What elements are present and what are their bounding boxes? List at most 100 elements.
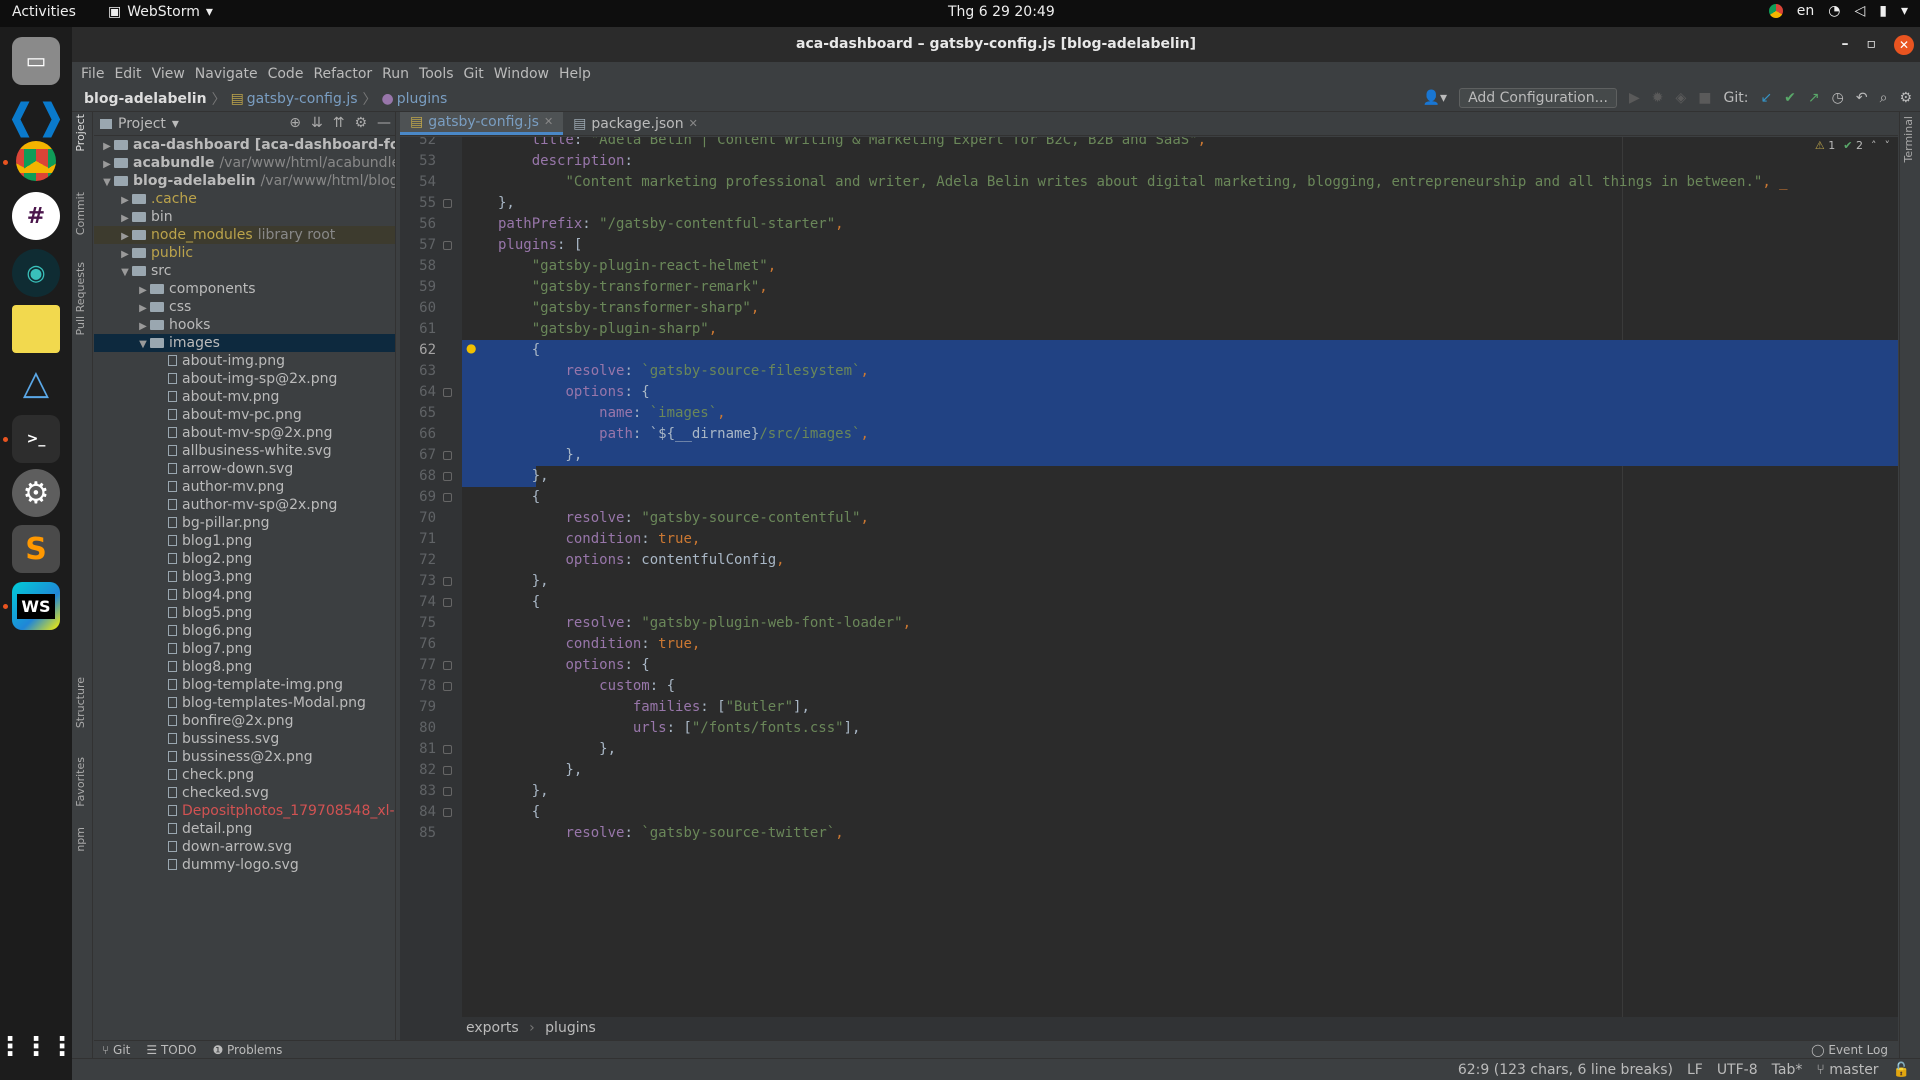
menu-refactor[interactable]: Refactor: [308, 66, 377, 82]
line-number[interactable]: 82: [400, 760, 436, 781]
battery-icon[interactable]: ▮: [1879, 3, 1887, 19]
user-icon[interactable]: 👤▾: [1423, 90, 1447, 106]
code-line[interactable]: options: {: [468, 382, 649, 403]
tab-structure[interactable]: Structure: [74, 677, 87, 728]
line-number[interactable]: 65: [400, 403, 436, 424]
code-line[interactable]: },: [468, 781, 549, 802]
clock[interactable]: Thg 6 29 20:49: [948, 4, 1055, 20]
menu-edit[interactable]: Edit: [109, 66, 146, 82]
tree-folder[interactable]: ▶ node_modules library root: [94, 226, 395, 244]
wifi-icon[interactable]: ◔: [1828, 3, 1840, 19]
code-line[interactable]: "Content marketing professional and writ…: [468, 172, 1787, 193]
tree-file[interactable]: about-mv-pc.png: [94, 406, 395, 424]
fold-icon[interactable]: [443, 745, 452, 754]
nav-crumb-file[interactable]: gatsby-config.js: [247, 91, 358, 107]
tree-file[interactable]: arrow-down.svg: [94, 460, 395, 478]
fold-icon[interactable]: [443, 682, 452, 691]
tree-folder[interactable]: ▶ components: [94, 280, 395, 298]
tree-file[interactable]: blog4.png: [94, 586, 395, 604]
chrome-icon[interactable]: [12, 137, 60, 185]
fold-icon[interactable]: [443, 787, 452, 796]
tree-folder[interactable]: ▶aca-dashboard[aca-dashboard-fork]: [94, 136, 395, 154]
add-configuration-button[interactable]: Add Configuration...: [1459, 88, 1617, 108]
settings-icon[interactable]: ⚙: [12, 469, 60, 517]
rollback-icon[interactable]: ↶: [1856, 90, 1868, 106]
fold-icon[interactable]: [443, 199, 452, 208]
code-line[interactable]: resolve: "gatsby-source-contentful",: [468, 508, 868, 529]
tree-file[interactable]: checked.svg: [94, 784, 395, 802]
tab-npm[interactable]: npm: [74, 827, 87, 852]
slack-icon[interactable]: #: [12, 192, 60, 240]
code-line[interactable]: options: contentfulConfig,: [468, 550, 784, 571]
code-line[interactable]: path: `${__dirname}/src/images`,: [468, 424, 869, 445]
code-line[interactable]: },: [468, 466, 549, 487]
chrome-tray-icon[interactable]: [1768, 4, 1783, 18]
line-number[interactable]: 79: [400, 697, 436, 718]
tool-git[interactable]: ⑂ Git: [102, 1043, 130, 1057]
line-number[interactable]: 81: [400, 739, 436, 760]
run-icon[interactable]: ▶: [1629, 90, 1640, 106]
tree-file[interactable]: about-img-sp@2x.png: [94, 370, 395, 388]
tree-folder[interactable]: ▶ hooks: [94, 316, 395, 334]
line-number[interactable]: 73: [400, 571, 436, 592]
tree-file[interactable]: blog-templates-Modal.png: [94, 694, 395, 712]
line-number[interactable]: 72: [400, 550, 436, 571]
code-line[interactable]: custom: {: [468, 676, 675, 697]
gitkraken-icon[interactable]: ◉: [12, 249, 60, 297]
menu-view[interactable]: View: [147, 66, 190, 82]
coverage-icon[interactable]: ◈: [1675, 90, 1686, 106]
code-line[interactable]: "gatsby-plugin-react-helmet",: [468, 256, 776, 277]
line-number[interactable]: 83: [400, 781, 436, 802]
line-number[interactable]: 77: [400, 655, 436, 676]
tree-folder[interactable]: ▶ css: [94, 298, 395, 316]
tree-folder[interactable]: ▼ images: [94, 334, 395, 352]
network-app-icon[interactable]: △: [12, 359, 60, 407]
tool-problems[interactable]: ❶ Problems: [212, 1043, 282, 1057]
chevron-down-icon[interactable]: ▾: [1901, 3, 1908, 19]
code-line[interactable]: },: [468, 571, 549, 592]
fold-icon[interactable]: [443, 472, 452, 481]
tree-folder[interactable]: ▶ .cache: [94, 190, 395, 208]
hide-icon[interactable]: —: [377, 115, 391, 131]
tree-file[interactable]: Depositphotos_179708548_xl-2015.jpg: [94, 802, 395, 820]
code-line[interactable]: plugins: [: [468, 235, 582, 256]
menu-navigate[interactable]: Navigate: [190, 66, 263, 82]
tree-folder[interactable]: ▶ bin: [94, 208, 395, 226]
vscode-icon[interactable]: ❰❱: [6, 93, 66, 141]
chevron-up-icon[interactable]: ˄: [1871, 139, 1877, 152]
line-number[interactable]: 64: [400, 382, 436, 403]
menu-code[interactable]: Code: [263, 66, 309, 82]
history-icon[interactable]: ◷: [1832, 90, 1844, 106]
indent-setting[interactable]: Tab*: [1772, 1062, 1803, 1078]
code-line[interactable]: urls: ["/fonts/fonts.css"],: [468, 718, 861, 739]
webstorm-icon[interactable]: WS: [12, 582, 60, 630]
tree-folder[interactable]: ▼blog-adelabelin/var/www/html/blog-adela…: [94, 172, 395, 190]
git-commit-icon[interactable]: ✔: [1784, 90, 1796, 106]
tab-favorites[interactable]: Favorites: [74, 757, 87, 807]
editor-tab[interactable]: ▤ gatsby-config.js ✕: [400, 110, 564, 135]
line-number[interactable]: 69: [400, 487, 436, 508]
tree-file[interactable]: author-mv.png: [94, 478, 395, 496]
code-line[interactable]: resolve: "gatsby-plugin-web-font-loader"…: [468, 613, 911, 634]
tree-file[interactable]: blog5.png: [94, 604, 395, 622]
minimize-icon[interactable]: –: [1842, 27, 1849, 62]
menu-window[interactable]: Window: [489, 66, 554, 82]
search-icon[interactable]: ⌕: [1880, 90, 1888, 106]
system-tray[interactable]: en ◔ ◁ ▮ ▾: [1768, 3, 1908, 19]
expand-all-icon[interactable]: ⇊: [311, 115, 323, 131]
close-icon[interactable]: ✕: [544, 110, 553, 134]
line-number[interactable]: 68: [400, 466, 436, 487]
tab-commit[interactable]: Commit: [74, 192, 87, 235]
show-applications-icon[interactable]: ⋮⋮⋮: [0, 1023, 75, 1071]
maximize-icon[interactable]: ▫: [1867, 27, 1877, 62]
line-number[interactable]: 84: [400, 802, 436, 823]
line-number[interactable]: 62: [400, 340, 436, 361]
line-number[interactable]: 53: [400, 151, 436, 172]
code-line[interactable]: {: [468, 802, 540, 823]
line-number[interactable]: 75: [400, 613, 436, 634]
line-number[interactable]: 74: [400, 592, 436, 613]
fold-icon[interactable]: [443, 661, 452, 670]
fold-icon[interactable]: [443, 808, 452, 817]
code-line[interactable]: "gatsby-transformer-sharp",: [468, 298, 760, 319]
event-log-button[interactable]: ◯ Event Log: [1811, 1043, 1888, 1057]
